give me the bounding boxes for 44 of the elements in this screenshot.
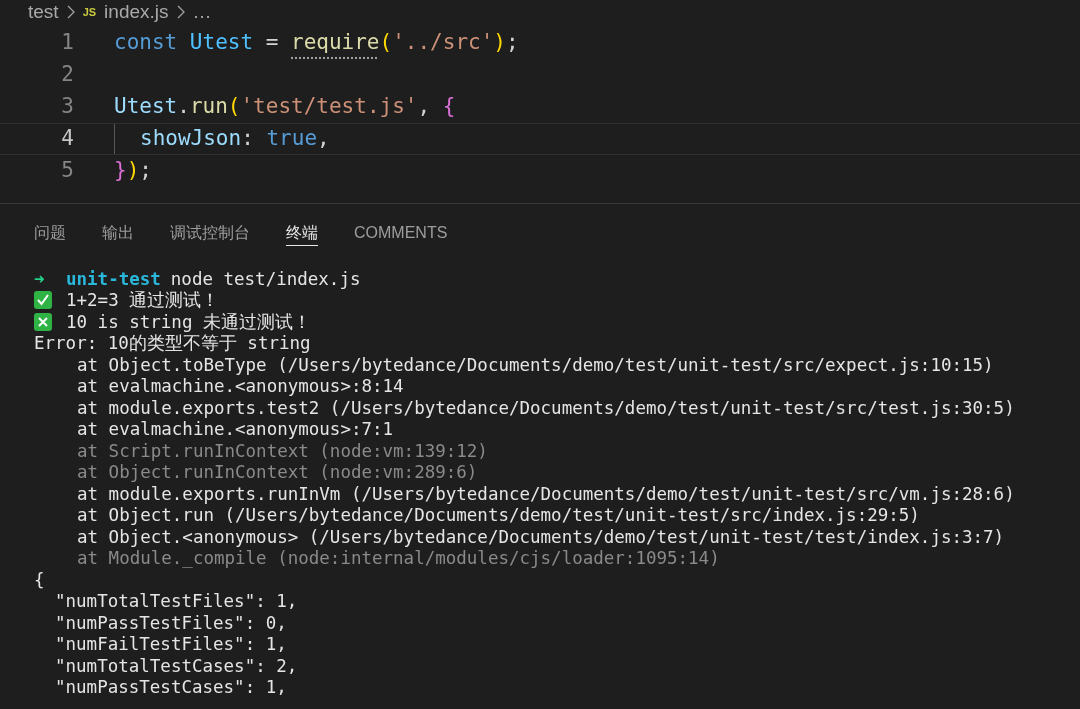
js-file-icon: JS <box>82 3 97 21</box>
breadcrumb-item[interactable]: index.js <box>104 0 169 27</box>
panel-tab[interactable]: 调试控制台 <box>170 220 250 246</box>
terminal-output-line: "numTotalTestCases": 2, <box>54 654 298 678</box>
terminal-output-line: "numPassTestCases": 1, <box>54 676 287 700</box>
panel-tab[interactable]: 输出 <box>102 220 134 246</box>
panel-tab[interactable]: 问题 <box>34 220 66 246</box>
line-number: 5 <box>60 157 74 185</box>
code-line: const Utest = require('../src'); <box>114 29 519 57</box>
test-result-line: 1+2=3 通过测试！ <box>66 289 220 313</box>
terminal-output-line: at Script.runInContext (node:vm:139:12) <box>76 439 488 463</box>
prompt-arrow: ➜ <box>34 267 46 291</box>
code-line: Utest.run('test/test.js', { <box>114 93 456 121</box>
panel-tab[interactable]: 终端 <box>286 220 318 246</box>
terminal-output-line: at module.exports.test2 (/Users/bytedance/Documents/demo/test/unit-test/src/test.js:30:5) <box>76 396 1015 420</box>
terminal-output-line: at evalmachine.<anonymous>:7:1 <box>76 418 394 442</box>
chevron-right-icon <box>66 5 75 19</box>
line-number: 3 <box>60 93 74 121</box>
line-number: 1 <box>60 29 74 57</box>
check-icon <box>34 291 52 310</box>
panel-tab[interactable]: COMMENTS <box>354 220 448 246</box>
terminal-output-line: "numPassTestFiles": 0, <box>54 611 287 635</box>
terminal-output-line: at Module._compile (node:internal/modules/cjs/loader:1095:14) <box>76 547 720 571</box>
test-result-line: 10 is string 未通过测试！ <box>66 310 311 334</box>
line-number: 2 <box>60 61 74 89</box>
terminal-output-line: at module.exports.runInVm (/Users/bytedance/Documents/demo/test/unit-test/src/vm.js:28:6) <box>76 482 1015 506</box>
cross-icon <box>34 312 52 331</box>
terminal-output-line: { <box>34 568 45 592</box>
terminal-output-line: Error: 10的类型不等于 string <box>34 332 311 356</box>
code-line: showJson: true, <box>114 124 330 154</box>
terminal-output-line: "numFailTestFiles": 1, <box>54 633 287 657</box>
breadcrumb-item[interactable]: … <box>192 0 212 27</box>
terminal-output-line: at Object.<anonymous> (/Users/bytedance/Documents/demo/test/unit-test/test/index.js:3:7) <box>76 525 1005 549</box>
line-number: 4 <box>60 125 74 153</box>
terminal-output-line: "numTotalTestFiles": 1, <box>54 590 298 614</box>
code-line: }); <box>114 157 152 185</box>
breadcrumb-item[interactable]: test <box>28 0 59 27</box>
terminal-output-line: at Object.runInContext (node:vm:289:6) <box>76 461 478 485</box>
terminal-command: node test/index.js <box>170 267 361 291</box>
chevron-right-icon <box>176 5 185 19</box>
terminal-output-line: at Object.run (/Users/bytedance/Documents/demo/test/unit-test/src/index.js:29:5) <box>76 504 920 528</box>
prompt-directory: unit-test <box>66 267 161 291</box>
terminal-output-line: at evalmachine.<anonymous>:8:14 <box>76 375 404 399</box>
terminal-output-line: at Object.toBeType (/Users/bytedance/Documents/demo/test/unit-test/src/expect.js:10:15) <box>76 353 994 377</box>
